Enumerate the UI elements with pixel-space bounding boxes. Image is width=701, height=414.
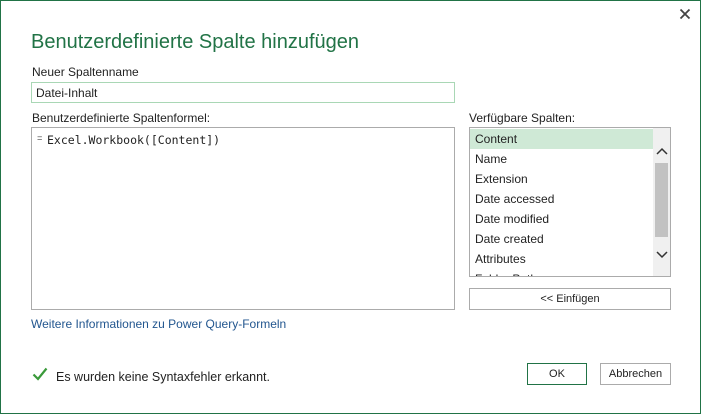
insert-button[interactable]: << Einfügen bbox=[469, 288, 671, 310]
available-columns-label: Verfügbare Spalten: bbox=[469, 111, 576, 125]
available-columns-list[interactable]: Content Name Extension Date accessed Dat… bbox=[469, 127, 671, 277]
close-button[interactable] bbox=[674, 5, 696, 27]
formula-label: Benutzerdefinierte Spaltenformel: bbox=[32, 111, 211, 125]
dialog-title: Benutzerdefinierte Spalte hinzufügen bbox=[31, 31, 360, 53]
check-icon bbox=[32, 367, 48, 386]
scroll-thumb[interactable] bbox=[655, 163, 668, 237]
cancel-button[interactable]: Abbrechen bbox=[600, 363, 671, 385]
column-item-date-modified[interactable]: Date modified bbox=[470, 209, 653, 229]
columns-scrollbar[interactable] bbox=[653, 128, 670, 276]
chevron-down-icon bbox=[655, 246, 668, 264]
column-item-content[interactable]: Content bbox=[470, 129, 653, 149]
column-item-attributes[interactable]: Attributes bbox=[470, 249, 653, 269]
column-item-extension[interactable]: Extension bbox=[470, 169, 653, 189]
column-name-label: Neuer Spaltenname bbox=[32, 65, 139, 79]
scroll-up-button[interactable] bbox=[653, 142, 670, 159]
column-item-name[interactable]: Name bbox=[470, 149, 653, 169]
scroll-down-button[interactable] bbox=[653, 246, 670, 263]
formula-code: Excel.Workbook([Content]) bbox=[47, 133, 221, 147]
formula-editor[interactable]: = Excel.Workbook([Content]) bbox=[31, 127, 455, 310]
power-query-help-link[interactable]: Weitere Informationen zu Power Query-For… bbox=[31, 317, 286, 331]
column-item-folder-path[interactable]: Folder Path bbox=[470, 269, 653, 276]
column-item-date-created[interactable]: Date created bbox=[470, 229, 653, 249]
add-custom-column-dialog: Benutzerdefinierte Spalte hinzufügen Neu… bbox=[0, 0, 701, 414]
syntax-status: Es wurden keine Syntaxfehler erkannt. bbox=[32, 367, 270, 386]
syntax-status-text: Es wurden keine Syntaxfehler erkannt. bbox=[56, 369, 271, 384]
chevron-up-icon bbox=[655, 142, 668, 160]
ok-button[interactable]: OK bbox=[527, 363, 587, 385]
close-icon bbox=[679, 7, 691, 25]
column-name-input[interactable] bbox=[31, 82, 455, 103]
column-item-date-accessed[interactable]: Date accessed bbox=[470, 189, 653, 209]
formula-equals-sign: = bbox=[37, 134, 43, 144]
